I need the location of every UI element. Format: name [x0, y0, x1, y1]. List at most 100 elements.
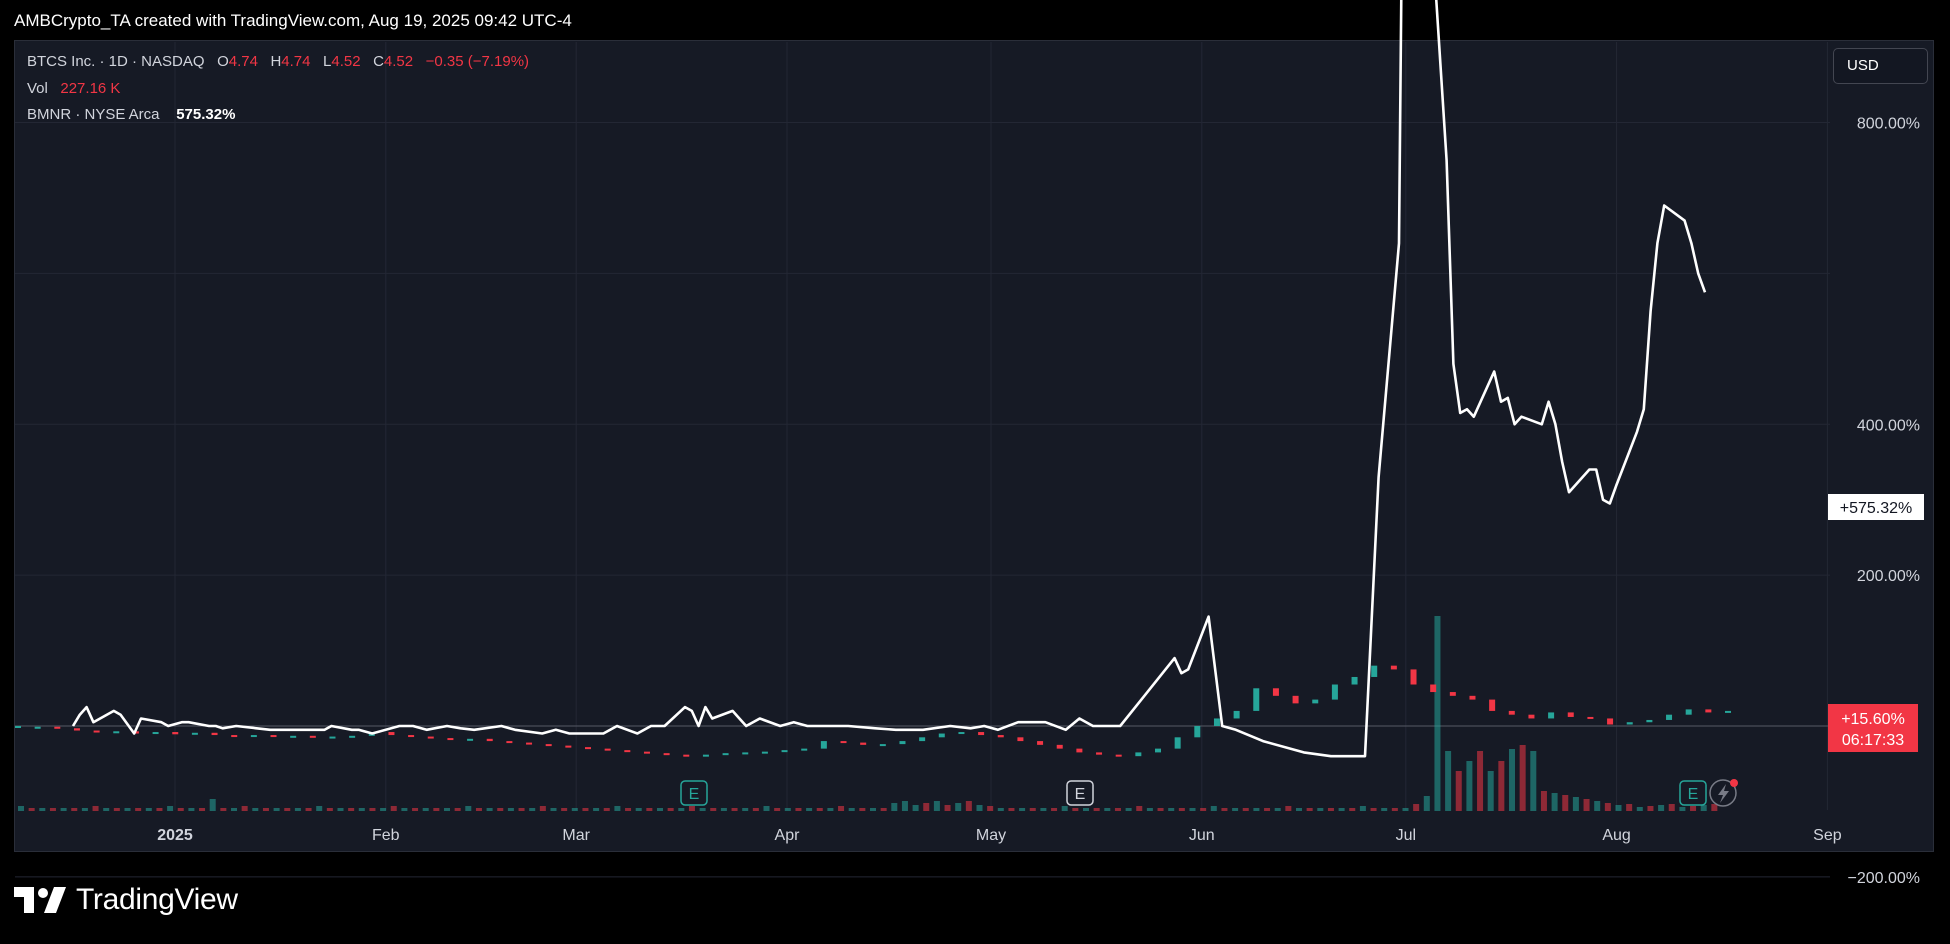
volume-bar	[497, 808, 504, 811]
candle	[1449, 692, 1456, 696]
volume-bar	[454, 808, 461, 811]
candle	[1174, 737, 1181, 749]
candle	[1705, 709, 1712, 713]
volume-bar	[880, 808, 887, 811]
volume-bar	[1690, 806, 1697, 811]
volume-bar	[1029, 808, 1036, 811]
candle	[309, 735, 316, 738]
x-axis-tick-label: Apr	[775, 827, 801, 844]
volume-bar	[113, 808, 120, 811]
volume-bar	[433, 808, 440, 811]
compare-series-line[interactable]	[71, 0, 1707, 758]
candle	[526, 742, 533, 745]
chart-canvas[interactable]: EEE 2025FebMarAprMayJunJulAugSep1,600.00…	[0, 0, 1950, 944]
compare-last-price-label: +575.32%	[1840, 500, 1913, 517]
volume-bar	[1540, 791, 1547, 811]
candle	[231, 735, 238, 738]
volume-bar	[188, 808, 195, 811]
legend-close-value: 4.52	[383, 53, 414, 70]
volume-bar	[625, 808, 632, 811]
candle	[408, 735, 415, 738]
volume-bar	[752, 808, 759, 811]
candle	[73, 728, 80, 731]
volume-bar	[1189, 808, 1196, 811]
volume-bar	[529, 808, 536, 811]
volume-bar	[667, 808, 674, 811]
volume-bar	[1594, 801, 1601, 811]
candle	[820, 741, 827, 749]
tradingview-logo[interactable]: TradingView	[14, 883, 238, 917]
x-axis-tick-label: May	[976, 827, 1006, 844]
volume-bar	[1583, 799, 1590, 811]
volume-bar	[688, 806, 695, 811]
legend-vol-label: Vol	[27, 80, 48, 97]
candle	[1469, 695, 1476, 700]
volume-bar	[710, 808, 717, 811]
volume-bar	[465, 806, 472, 811]
candle	[1272, 688, 1279, 696]
candle	[329, 736, 336, 739]
volume-bar	[1306, 808, 1313, 811]
candle	[1331, 684, 1338, 700]
candle	[211, 732, 218, 736]
candle	[1430, 684, 1437, 693]
candle	[1489, 699, 1496, 711]
volume-bar	[1349, 808, 1356, 811]
volume-bar	[1168, 808, 1175, 811]
volume-bar	[1125, 808, 1132, 811]
legend-compare[interactable]: BMNR · NYSE Arca 575.32%	[27, 106, 235, 123]
volume-bar	[795, 808, 802, 811]
volume-bar	[220, 808, 227, 811]
volume-bar	[635, 808, 642, 811]
legend-vol-value: 227.16 K	[60, 80, 121, 97]
candle	[1371, 665, 1378, 677]
candle	[1194, 726, 1201, 738]
candle	[860, 742, 867, 745]
volume-bar	[358, 808, 365, 811]
volume-bar	[1327, 808, 1334, 811]
volume-bar	[1274, 808, 1281, 811]
volume-bar	[1178, 808, 1185, 811]
main-last-price-label: +15.60%	[1841, 711, 1905, 728]
volume-bar	[1008, 808, 1015, 811]
volume-bar	[763, 806, 770, 811]
volume-bar	[156, 808, 163, 811]
candle	[1528, 714, 1535, 719]
legend-volume[interactable]: Vol 227.16 K	[27, 80, 120, 97]
volume-bar	[390, 806, 397, 811]
volume-bar	[699, 808, 706, 811]
volume-bar	[912, 805, 919, 811]
y-axis-tick-label: 200.00%	[1857, 568, 1920, 585]
candle	[1253, 688, 1260, 711]
volume-bar	[18, 806, 24, 811]
volume-bar	[1061, 806, 1068, 811]
candle	[54, 726, 61, 729]
volume-bar	[1381, 808, 1388, 811]
candle	[643, 751, 650, 754]
volume-bar	[284, 808, 291, 811]
candle	[1233, 710, 1240, 719]
volume-bar	[784, 808, 791, 811]
volume-bar	[1072, 808, 1079, 811]
volume-bar	[1487, 771, 1494, 811]
volume-bar	[262, 808, 269, 811]
candle	[1096, 752, 1103, 755]
candle	[585, 747, 591, 750]
volume-bar	[944, 805, 951, 811]
legend-main[interactable]: BTCS Inc. · 1D · NASDAQ O4.74 H4.74 L4.5…	[27, 53, 529, 70]
candle	[722, 753, 729, 756]
candle	[1646, 719, 1653, 723]
candle	[801, 748, 808, 751]
volume-bar	[380, 808, 387, 811]
candle	[1508, 710, 1515, 715]
candle	[919, 737, 926, 742]
legend-symbol[interactable]: BTCS Inc. · 1D · NASDAQ	[27, 53, 205, 70]
volume-bar	[1019, 808, 1026, 811]
x-axis-tick-label: Aug	[1602, 827, 1630, 844]
candle	[113, 731, 120, 734]
volume-bar	[1679, 807, 1686, 811]
volume-bar	[1551, 793, 1558, 811]
volume-bar	[870, 808, 876, 811]
currency-button[interactable]: USD	[1833, 48, 1928, 84]
candle	[742, 752, 749, 755]
